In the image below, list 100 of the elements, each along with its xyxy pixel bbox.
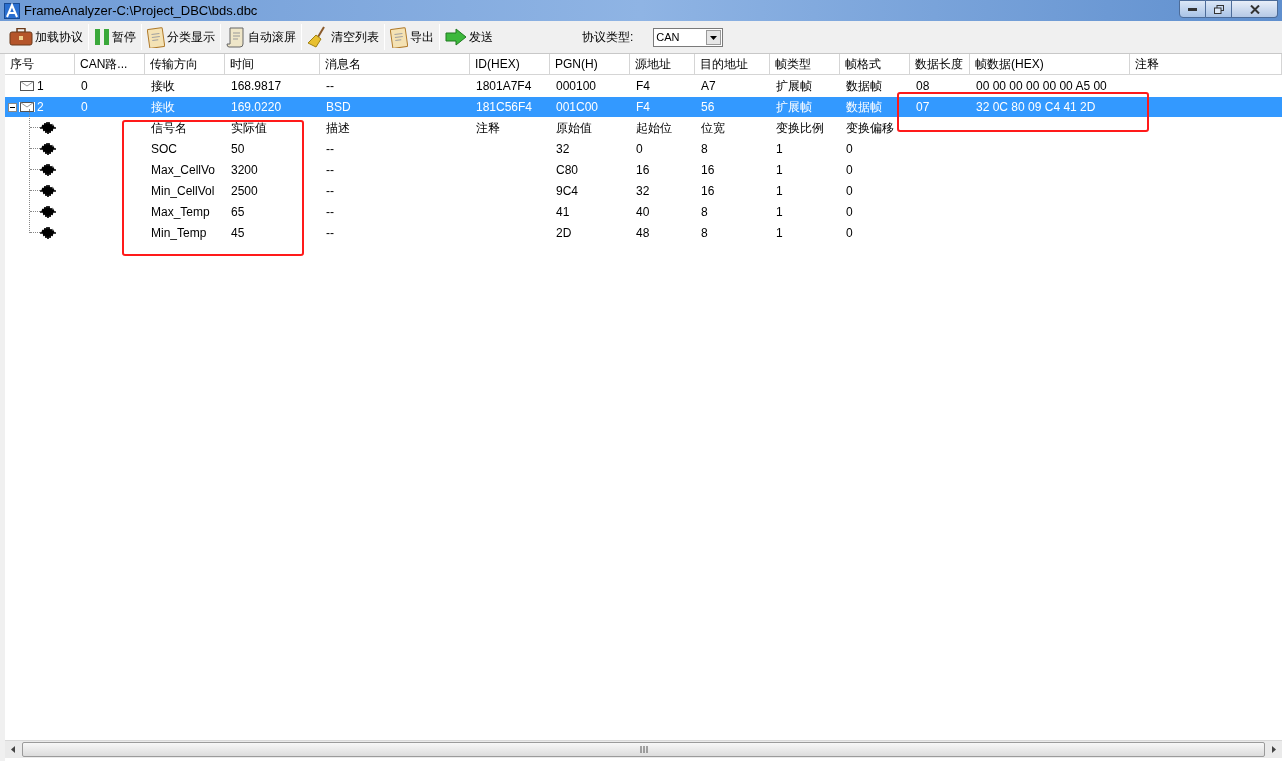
column-header[interactable]: 消息名 [320,54,470,74]
table-cell-text: 扩展帧 [776,78,812,95]
signal-cell-text: 0 [845,224,854,242]
column-header[interactable]: 传输方向 [145,54,225,74]
waveform-icon [40,204,56,219]
signal-cell-text: 16 [635,161,651,179]
clipboard-icon [390,26,408,48]
table-cell-text: 001C00 [556,99,599,116]
signal-cell-text: 0 [845,203,854,221]
signal-cell-text: -- [325,224,335,242]
column-header[interactable]: 帧格式 [840,54,910,74]
table-cell-text: BSD [326,99,351,116]
signal-column-label: 原始值 [555,119,593,137]
scrollbar-thumb[interactable] [22,742,1265,757]
close-icon [1249,4,1260,14]
dropdown-caret-icon [706,29,722,45]
column-header[interactable]: 注释 [1130,54,1282,74]
table-cell-text: 32 0C 80 09 C4 41 2D [976,99,1096,116]
close-button[interactable] [1232,0,1278,18]
table-cell-text: A7 [701,78,716,95]
toolbar-button[interactable]: 分类显示 [144,23,218,51]
signal-cell-text: 0 [845,140,854,158]
column-header[interactable]: 帧类型 [770,54,840,74]
table-cell-text: 0 [81,78,88,95]
signal-cell-text: 8 [700,224,709,242]
minimize-button[interactable] [1179,0,1206,18]
briefcase-icon [9,28,33,46]
signal-cell-text: Max_Temp [150,203,211,221]
signal-column-label: 变换比例 [775,119,825,137]
column-header[interactable]: ID(HEX) [470,54,550,74]
column-header[interactable]: 帧数据(HEX) [970,54,1130,74]
collapse-icon[interactable] [8,102,17,112]
signal-cell-text: 0 [845,182,854,200]
arrow-icon [445,28,467,46]
table-cell-text: 000100 [556,78,597,95]
signal-cell-text: 50 [230,140,246,158]
signal-column-label: 信号名 [150,119,188,137]
table-cell-text: 07 [916,99,930,116]
signal-cell-text: Min_CellVol [150,182,216,200]
signal-cell-text: 48 [635,224,651,242]
signal-cell-text: 2D [555,224,573,242]
signal-cell-text: SOC [150,140,178,158]
toolbar-button[interactable]: 自动滚屏 [223,23,299,51]
signal-column-label: 描述 [325,119,351,137]
signal-column-label: 起始位 [635,119,673,137]
table-cell-text: 2 [37,99,44,116]
column-header[interactable]: 源地址 [630,54,695,74]
envelope-icon [20,102,34,112]
table-cell-text: 1 [37,78,44,95]
signal-column-label: 实际值 [230,119,268,137]
restore-button[interactable] [1206,0,1232,18]
minimize-icon [1188,7,1197,11]
signal-cell-text: 1 [775,224,784,242]
signal-cell-text: 32 [555,140,571,158]
table-cell-text: 169.0220 [231,99,282,116]
signal-cell-text: 1 [775,203,784,221]
signal-cell-text: 0 [635,140,644,158]
toolbar-button[interactable]: 暂停 [91,23,139,51]
signal-cell-text: C80 [555,161,579,179]
table-cell-text: 数据帧 [846,99,882,116]
signal-cell-text: 45 [230,224,246,242]
protocol-type-label: 协议类型: [582,29,634,46]
toolbar-button[interactable]: 导出 [387,23,437,51]
signal-cell-text: 32 [635,182,651,200]
signal-cell-text: -- [325,182,335,200]
table-cell-text: 08 [916,78,930,95]
column-header[interactable]: PGN(H) [550,54,630,74]
column-header[interactable]: CAN路... [75,54,145,74]
restore-icon [1213,4,1224,14]
signal-cell-text: 9C4 [555,182,579,200]
table-cell-text: 接收 [151,78,175,95]
table-cell-text: 扩展帧 [776,99,812,116]
waveform-icon [40,141,56,156]
signal-cell-text: 16 [700,161,716,179]
signal-cell-text: -- [325,161,335,179]
column-header[interactable]: 数据长度 [910,54,970,74]
protocol-type-dropdown[interactable]: CAN [653,27,724,47]
signal-cell-text: 41 [555,203,571,221]
table-cell-text: 181C56F4 [476,99,533,116]
signal-cell-text: 1 [775,140,784,158]
grip-icon [639,746,648,753]
window-title: FrameAnalyzer-C:\Project_DBC\bds.dbc [24,1,258,20]
app-icon [4,2,20,19]
waveform-icon [40,120,56,135]
signal-column-label: 注释 [475,119,501,137]
table-cell-text: F4 [636,78,650,95]
toolbar-button[interactable]: 清空列表 [304,23,382,51]
toolbar-button[interactable]: 发送 [442,23,496,51]
column-header[interactable]: 时间 [225,54,320,74]
column-header[interactable]: 序号 [5,54,75,74]
table-cell-text: 数据帧 [846,78,882,95]
horizontal-scrollbar[interactable] [5,740,1282,758]
table-cell-text: 0 [81,99,88,116]
column-header[interactable]: 目的地址 [695,54,770,74]
toolbar-button[interactable]: 加载协议 [6,23,86,51]
table-cell-text: 接收 [151,99,175,116]
table-cell-text: 00 00 00 00 00 00 A5 00 [976,78,1107,95]
table-cell-text: -- [326,78,334,95]
signal-cell-text: 16 [700,182,716,200]
table-cell-text: 1801A7F4 [476,78,532,95]
